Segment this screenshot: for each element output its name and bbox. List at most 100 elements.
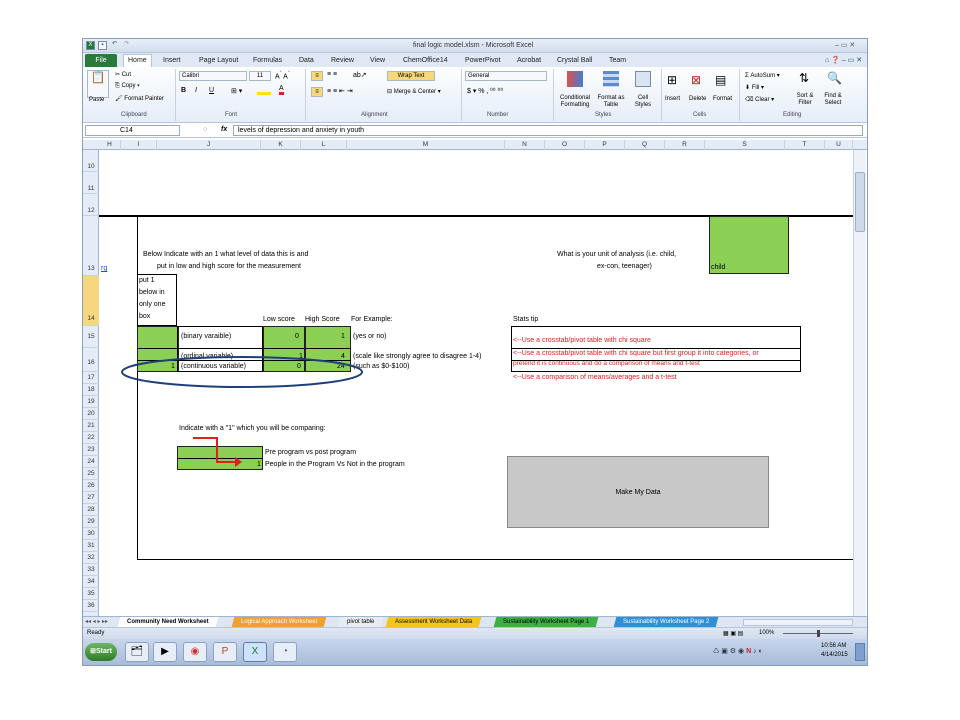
row-header[interactable]: 26 [83,480,99,492]
column-header[interactable]: J [157,140,261,150]
zoom-slider-thumb[interactable] [817,630,820,637]
delete-cells-icon[interactable]: ⊠ [691,73,701,87]
window-controls[interactable]: ‒ ▭ ✕ [835,41,855,49]
row-header[interactable]: 32 [83,552,99,564]
column-header[interactable]: R [665,140,705,150]
start-button[interactable]: ⊞Start [85,643,117,661]
italic-button[interactable]: I [195,87,197,94]
horizontal-scrollbar[interactable] [743,619,853,626]
tab-crystal-ball[interactable]: Crystal Ball [553,55,596,67]
chrome-icon[interactable]: ◉ [183,642,207,662]
row-header[interactable]: 14 [83,276,99,326]
autosum-button[interactable]: Σ AutoSum ▾ [745,72,780,79]
row-header[interactable]: 15 [83,326,99,348]
view-buttons-icon[interactable]: ▦ ▣ ▤ [723,630,743,637]
tab-formulas[interactable]: Formulas [249,55,286,67]
align-middle-icon[interactable]: ≡ ≡ [327,71,337,78]
bold-button[interactable]: B [181,87,186,94]
column-header[interactable]: L [301,140,347,150]
sheet-tab-sustainability-1[interactable]: Sustainability Worksheet Page 1 [493,617,599,627]
tab-review[interactable]: Review [327,55,358,67]
binary-low[interactable]: 0 [295,332,299,341]
row-header[interactable]: 33 [83,564,99,576]
tab-team[interactable]: Team [605,55,630,67]
row-header[interactable]: 27 [83,492,99,504]
column-header[interactable]: I [121,140,157,150]
tab-acrobat[interactable]: Acrobat [513,55,545,67]
row-header[interactable]: 29 [83,516,99,528]
column-header[interactable]: K [261,140,301,150]
conditional-formatting-icon[interactable] [567,71,583,87]
row-header[interactable]: 34 [83,576,99,588]
align-top-icon[interactable]: ≡ [311,71,323,81]
save-icon[interactable]: ▪ [98,41,107,50]
font-color-icon[interactable]: A [279,85,284,95]
tab-insert[interactable]: Insert [159,55,185,67]
tab-page-layout[interactable]: Page Layout [195,55,242,67]
wrap-text-button[interactable]: Wrap Text [387,71,435,81]
find-select-button[interactable]: Find & Select [819,93,847,107]
name-box[interactable]: C14 [85,125,180,136]
font-name-select[interactable]: Calibri [179,71,247,81]
column-header[interactable]: P [585,140,625,150]
insert-cells-button[interactable]: Insert [665,96,680,102]
row-header[interactable]: 19 [83,396,99,408]
row-header[interactable]: 18 [83,384,99,396]
paste-icon[interactable]: 📋 [87,70,109,98]
vertical-scrollbar[interactable] [853,150,866,616]
column-header[interactable]: S [705,140,785,150]
font-grow-icon[interactable]: Aˆ Aˇ [275,71,290,80]
binary-high[interactable]: 1 [341,332,345,341]
media-player-icon[interactable]: ▶ [153,642,177,662]
insert-cells-icon[interactable]: ⊞ [667,73,677,87]
align-center-icon[interactable]: ≡ ≡ ⇤ ⇥ [327,87,353,95]
row-header[interactable]: 20 [83,408,99,420]
sheet-tab-community-need[interactable]: Community Need Worksheet [117,617,218,627]
tab-powerpivot[interactable]: PowerPivot [461,55,504,67]
format-cells-button[interactable]: Format [713,96,732,102]
row-header[interactable]: 21 [83,420,99,432]
column-header[interactable]: U [825,140,853,150]
currency-icon[interactable]: $ ▾ % ‚ ⁰⁰ ⁰⁰ [467,87,503,95]
fill-button[interactable]: ⬇ Fill ▾ [745,84,764,91]
sheet-tab-pivot-table[interactable]: pivot table [337,617,384,627]
format-table-icon[interactable] [603,71,619,87]
tab-chemoffice[interactable]: ChemOffice14 [399,55,452,67]
people-flag[interactable]: 1 [257,460,261,469]
column-header[interactable]: T [785,140,825,150]
row-header[interactable]: 11 [83,172,99,194]
row-header[interactable]: 30 [83,528,99,540]
delete-cells-button[interactable]: Delete [689,96,706,102]
powerpoint-icon[interactable]: P [213,642,237,662]
format-cells-icon[interactable]: ▤ [715,73,726,87]
scrollbar-thumb[interactable] [855,172,865,232]
sheet-nav-arrows[interactable]: ◂◂ ◂ ▸ ▸▸ [85,618,108,625]
row-header[interactable]: 24 [83,456,99,468]
show-desktop-button[interactable] [855,643,865,661]
row-header[interactable]: 31 [83,540,99,552]
cell-styles-button[interactable]: Cell Styles [629,95,657,109]
row-header[interactable]: 16 [83,348,99,372]
borders-icon[interactable]: ⊞ ▾ [231,87,242,95]
formula-input[interactable]: levels of depression and anxiety in yout… [233,125,863,136]
row-header[interactable]: 10 [83,150,99,172]
sort-filter-icon[interactable]: ⇅ [799,71,809,85]
column-header[interactable]: N [505,140,545,150]
paste-button[interactable]: Paste [89,97,104,103]
column-header[interactable]: O [545,140,585,150]
merge-center-button[interactable]: ⊟ Merge & Center ▾ [387,88,441,95]
help-icon[interactable]: ⌂ ❓ ‒ ▭ ✕ [825,56,862,64]
tab-file[interactable]: File [85,54,117,67]
row-header[interactable]: 28 [83,504,99,516]
clear-button[interactable]: ⌫ Clear ▾ [745,96,774,103]
row-header[interactable]: 12 [83,194,99,216]
fx-icon[interactable]: fx [221,126,227,133]
zoom-level[interactable]: 100% [759,630,774,636]
row-header[interactable]: 36 [83,600,99,612]
row-header[interactable]: 13 [83,216,99,276]
unit-of-analysis-cell[interactable]: child [709,216,789,274]
fill-color-icon[interactable] [257,87,271,95]
cell-h13[interactable]: rg [101,264,107,273]
row-header[interactable]: 22 [83,432,99,444]
make-my-data-button[interactable]: Make My Data [507,456,769,528]
